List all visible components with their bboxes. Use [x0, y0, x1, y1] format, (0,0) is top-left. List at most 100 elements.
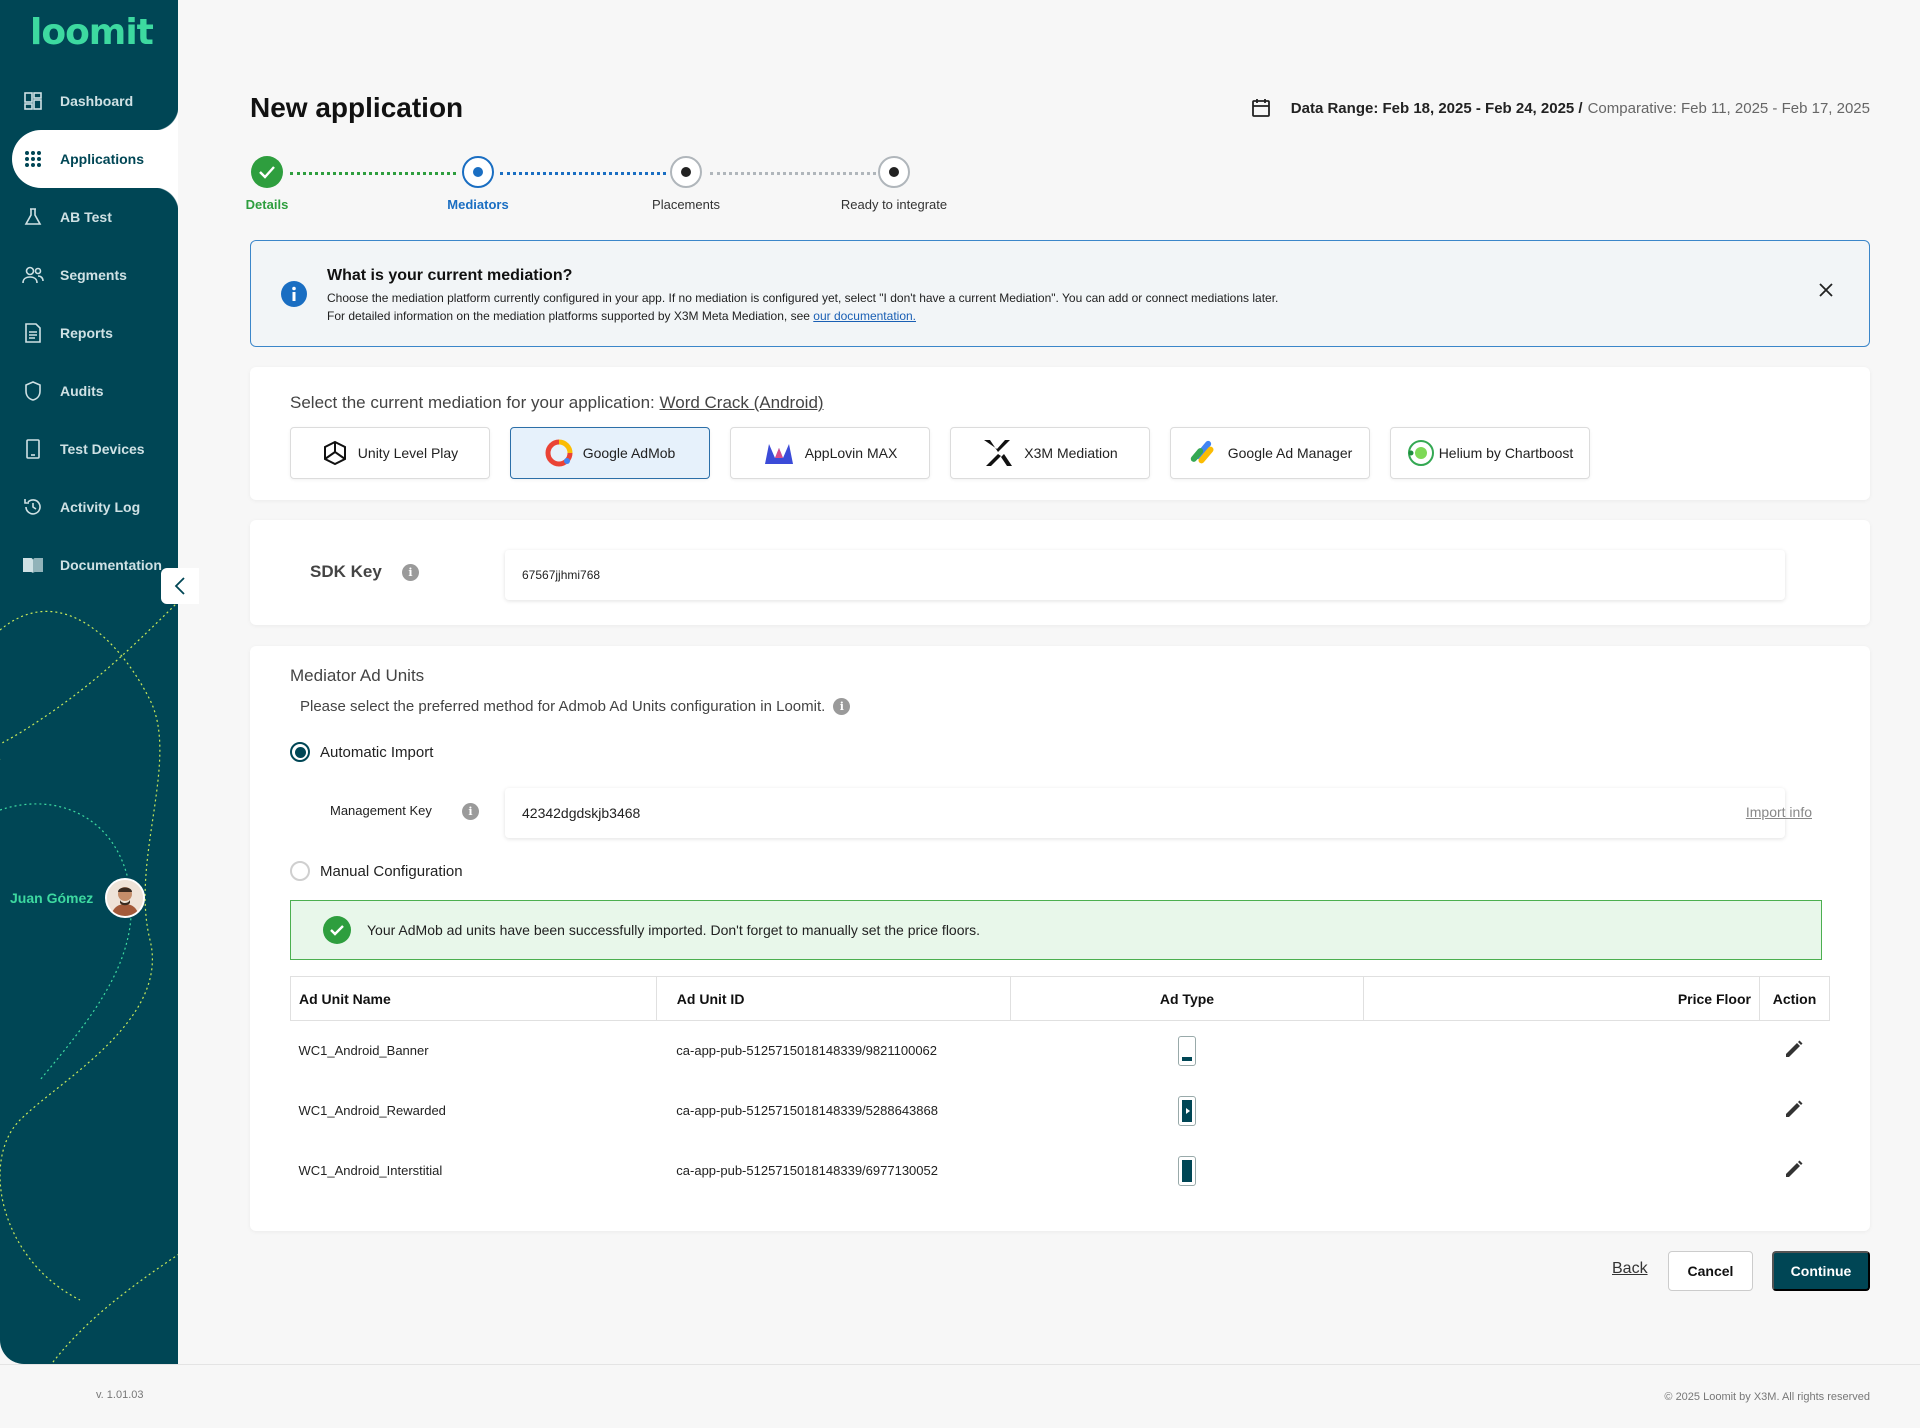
- mediation-option-helium[interactable]: Helium by Chartboost: [1390, 427, 1590, 479]
- check-icon: [251, 156, 283, 188]
- app-name-link[interactable]: Word Crack (Android): [660, 393, 824, 412]
- radio-unselected-icon: [290, 861, 310, 881]
- sidebar-item-reports[interactable]: Reports: [0, 304, 178, 362]
- close-icon[interactable]: [1819, 283, 1833, 297]
- info-banner-text-prefix: For detailed information on the mediatio…: [327, 309, 814, 323]
- sidebar-item-label: Segments: [60, 267, 127, 283]
- info-icon: [281, 281, 307, 307]
- ad-unit-id: ca-app-pub-5125715018148339/5288643868: [676, 1103, 938, 1118]
- user-profile[interactable]: Juan Gómez: [10, 878, 146, 918]
- rewarded-ad-icon: [1177, 1095, 1196, 1126]
- step-mediators[interactable]: Mediators: [418, 156, 538, 212]
- step-details[interactable]: Details: [207, 156, 327, 212]
- mediation-option-admob[interactable]: Google AdMob: [510, 427, 710, 479]
- sidebar-item-test-devices[interactable]: Test Devices: [0, 420, 178, 478]
- sdk-key-input[interactable]: 67567jjhmi768: [505, 550, 1785, 600]
- mediator-ad-units-title: Mediator Ad Units: [290, 666, 425, 685]
- action-cell: [1759, 1021, 1829, 1081]
- mediation-option-x3m[interactable]: X3M Mediation: [950, 427, 1150, 479]
- mediation-option-google-ad-manager[interactable]: Google Ad Manager: [1170, 427, 1370, 479]
- logo: loomit: [30, 12, 154, 53]
- import-info-link[interactable]: Import info: [1746, 804, 1812, 820]
- manual-configuration-label: Manual Configuration: [320, 862, 463, 880]
- column-header-ad-unit-name[interactable]: Ad Unit Name: [290, 976, 657, 1021]
- sdk-key-label: SDK Key: [310, 562, 382, 581]
- step-label: Mediators: [447, 197, 509, 212]
- manual-configuration-radio[interactable]: Manual Configuration: [290, 861, 463, 881]
- column-header-price-floor[interactable]: Price Floor: [1363, 976, 1760, 1021]
- page-title: New application: [250, 92, 464, 123]
- check-circle-icon: [323, 916, 351, 944]
- sidebar-item-applications[interactable]: Applications: [12, 106, 178, 212]
- column-header-action: Action: [1758, 976, 1831, 1021]
- current-step-icon: [462, 156, 494, 188]
- phone-icon: [22, 438, 44, 460]
- app-version: v. 1.01.03: [96, 1389, 144, 1401]
- mediation-option-unity[interactable]: Unity Level Play: [290, 427, 490, 479]
- column-header-ad-unit-id[interactable]: Ad Unit ID: [655, 976, 1011, 1021]
- step-label: Placements: [652, 197, 720, 212]
- mediation-option-label: Google AdMob: [582, 445, 676, 461]
- sidebar-item-ab-test[interactable]: AB Test: [0, 188, 178, 246]
- ad-type-cell: [1010, 1081, 1364, 1141]
- edit-icon[interactable]: [1784, 1099, 1804, 1119]
- ad-type-cell: [1010, 1141, 1364, 1201]
- sidebar-item-documentation[interactable]: Documentation: [0, 536, 178, 594]
- table-row: WC1_Android_Rewarded ca-app-pub-51257150…: [291, 1081, 1830, 1141]
- sidebar-item-label: Audits: [60, 383, 104, 399]
- step-placements[interactable]: Placements: [626, 156, 746, 212]
- collapse-sidebar-button[interactable]: [161, 568, 199, 604]
- sidebar-decoration: [0, 601, 178, 1364]
- sidebar-item-segments[interactable]: Segments: [0, 246, 178, 304]
- footer: v. 1.01.03 © 2025 Loomit by X3M. All rig…: [0, 1364, 1920, 1428]
- documentation-link[interactable]: our documentation.: [813, 309, 916, 323]
- sidebar: loomit Dashboard Applications AB Test Se…: [0, 0, 178, 1364]
- cancel-button[interactable]: Cancel: [1668, 1251, 1753, 1291]
- grid-icon: [22, 148, 44, 170]
- table-row: WC1_Android_Interstitial ca-app-pub-5125…: [291, 1141, 1830, 1201]
- column-header-ad-type[interactable]: Ad Type: [1009, 976, 1365, 1021]
- avatar: [105, 878, 146, 918]
- interstitial-ad-icon: [1177, 1155, 1196, 1186]
- ad-unit-id: ca-app-pub-5125715018148339/6977130052: [676, 1163, 938, 1178]
- mediation-option-label: Unity Level Play: [357, 445, 459, 461]
- users-icon: [22, 264, 44, 286]
- mediation-options: Unity Level Play Google AdMob AppLovin M…: [290, 427, 1590, 479]
- management-key-value: 42342dgdskjb3468: [522, 805, 641, 821]
- sidebar-item-label: AB Test: [60, 209, 112, 225]
- sidebar-item-activity-log[interactable]: Activity Log: [0, 478, 178, 536]
- mediation-option-label: AppLovin MAX: [804, 445, 898, 461]
- copyright: © 2025 Loomit by X3M. All rights reserve…: [1664, 1391, 1870, 1403]
- mediator-ad-units-description: Please select the preferred method for A…: [300, 698, 851, 715]
- management-key-input[interactable]: 42342dgdskjb3468: [505, 788, 1785, 838]
- edit-icon[interactable]: [1784, 1039, 1804, 1059]
- mediation-select-prompt: Select the current mediation for your ap…: [290, 393, 824, 413]
- mediation-option-label: X3M Mediation: [1024, 445, 1118, 461]
- price-floor-cell: [1364, 1141, 1760, 1201]
- date-range-label: Data Range: Feb 18, 2025 - Feb 24, 2025 …: [1290, 99, 1583, 117]
- info-icon[interactable]: i: [402, 564, 419, 581]
- date-range[interactable]: Data Range: Feb 18, 2025 - Feb 24, 2025 …: [1251, 98, 1870, 118]
- info-banner: What is your current mediation? Choose t…: [250, 240, 1870, 347]
- info-icon[interactable]: i: [462, 803, 479, 820]
- step-ready-to-integrate[interactable]: Ready to integrate: [834, 156, 954, 212]
- sidebar-item-audits[interactable]: Audits: [0, 362, 178, 420]
- document-icon: [22, 322, 44, 344]
- edit-icon[interactable]: [1784, 1159, 1804, 1179]
- automatic-import-radio[interactable]: Automatic Import: [290, 742, 433, 762]
- price-floor-cell: [1364, 1081, 1760, 1141]
- radio-selected-icon: [290, 742, 310, 762]
- mediator-ad-units-description-text: Please select the preferred method for A…: [300, 698, 826, 715]
- back-link[interactable]: Back: [1612, 1260, 1648, 1278]
- comparative-label: Comparative: Feb 11, 2025 - Feb 17, 2025: [1587, 99, 1870, 117]
- ad-units-table: Ad Unit Name Ad Unit ID Ad Type Price Fl…: [290, 976, 1831, 1201]
- stepper: Details Mediators Placements Ready to in…: [240, 156, 980, 216]
- success-message: Your AdMob ad units have been successful…: [367, 922, 981, 938]
- continue-button[interactable]: Continue: [1772, 1251, 1870, 1291]
- mediation-select-card: Select the current mediation for your ap…: [250, 367, 1870, 500]
- mediation-option-applovin[interactable]: AppLovin MAX: [730, 427, 930, 479]
- info-icon[interactable]: i: [833, 698, 851, 715]
- sidebar-item-dashboard[interactable]: Dashboard: [0, 72, 178, 130]
- sidebar-item-label: Documentation: [60, 557, 162, 573]
- table-header-row: Ad Unit Name Ad Unit ID Ad Type Price Fl…: [290, 976, 1831, 1021]
